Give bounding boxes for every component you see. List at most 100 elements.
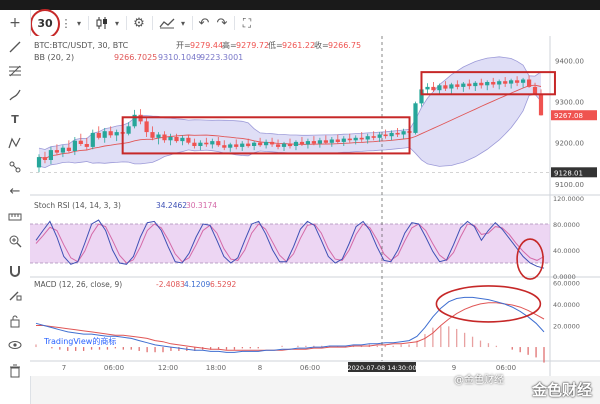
chart-area[interactable]: 9400.00 9300.00 9200.00 9100.00 9267.08 9128.…: [30, 36, 600, 376]
more-vertical-icon[interactable]: ⋮: [60, 14, 72, 32]
redo-icon[interactable]: ↷: [214, 14, 230, 32]
candle-body: [240, 143, 245, 147]
bb-upper-value: 9310.1049: [158, 53, 201, 62]
window-top-bar: [0, 0, 600, 10]
candle-body: [467, 83, 472, 87]
candle-body: [503, 81, 508, 84]
macd-tick-label: 60.0000: [553, 279, 580, 287]
lock-icon[interactable]: [5, 312, 25, 330]
ohlc-high-label: 高=: [222, 40, 237, 50]
ohlc-open-label: 开=: [176, 41, 191, 50]
candle-body: [198, 142, 203, 146]
crosshair-price-label: 9128.01: [554, 169, 583, 177]
tradingview-logo-text: TradingView的商标: [43, 336, 116, 346]
candles-dropdown-icon[interactable]: ▾: [112, 14, 122, 32]
candle-body: [359, 137, 364, 140]
drawing-toolbar: + T ←: [0, 10, 31, 404]
candle-body: [108, 131, 113, 136]
stoch-tick-label: 80.0000: [553, 221, 580, 229]
candle-body: [228, 144, 233, 148]
candle-body: [246, 143, 251, 147]
candle-body: [281, 143, 287, 147]
ohlc-high-value: 9279.72: [236, 41, 269, 50]
magnet-icon[interactable]: [5, 262, 25, 280]
candle-body: [431, 86, 436, 91]
macd-label: MACD (12, 26, close, 9): [34, 280, 122, 289]
chevron-down-icon[interactable]: ▾: [74, 14, 84, 32]
candle-body: [371, 136, 376, 138]
candle-body: [449, 84, 454, 89]
candle-body: [335, 139, 340, 142]
bb-basis-value: 9266.7025: [114, 53, 157, 62]
candle-body: [323, 140, 328, 143]
candle-body: [473, 82, 478, 87]
candle-body: [521, 79, 526, 83]
candle-body: [84, 144, 89, 147]
trash-icon[interactable]: [5, 362, 25, 380]
time-tick-label: 7: [62, 364, 66, 372]
candle-body: [532, 86, 538, 94]
candle-body: [347, 138, 352, 141]
watermark-brand: 金色财经: [531, 381, 592, 399]
measure-icon[interactable]: [5, 158, 25, 176]
eye-icon[interactable]: [5, 336, 25, 354]
pattern-icon[interactable]: [5, 134, 25, 152]
candle-body: [54, 150, 59, 153]
candle-body: [78, 140, 83, 144]
candle-body: [383, 134, 388, 137]
gear-icon[interactable]: ⚙: [130, 14, 148, 32]
time-tick-label: 06:00: [104, 364, 124, 372]
candle-body: [252, 142, 257, 146]
zoom-icon[interactable]: [5, 232, 25, 250]
stoch-k-value: 34.2462: [156, 201, 187, 210]
candle-body: [527, 79, 532, 87]
undo-icon[interactable]: ↶: [196, 14, 212, 32]
indicators-icon[interactable]: [157, 14, 177, 32]
bollinger-band-fill: [39, 56, 541, 168]
indicators-dropdown-icon[interactable]: ▾: [178, 14, 188, 32]
arrow-left-icon[interactable]: ←: [5, 182, 25, 200]
candle-body: [515, 80, 520, 83]
ruler-icon[interactable]: [5, 208, 25, 226]
crosshair-time-label: 2020-07-08 14:30:00: [347, 364, 416, 372]
price-tick-label: 9100.00: [555, 181, 584, 189]
candle-body: [222, 145, 227, 148]
time-tick-label: 8: [258, 364, 262, 372]
trendline-icon[interactable]: [5, 38, 25, 56]
candle-body: [162, 134, 167, 141]
candle-body: [443, 85, 448, 89]
candle-body: [329, 139, 334, 143]
candle-body: [42, 157, 48, 160]
candle-body: [264, 141, 269, 146]
price-tick-label: 9300.00: [555, 99, 584, 107]
ohlc-low-value: 9261.22: [282, 41, 315, 50]
macd-divergence-circle-annotation: [435, 285, 542, 323]
crosshair-icon[interactable]: +: [5, 14, 25, 32]
candle-body: [36, 157, 42, 168]
candle-body: [192, 142, 197, 146]
time-tick-label: 12:00: [158, 364, 178, 372]
fib-icon[interactable]: [5, 62, 25, 80]
candle-body: [48, 150, 53, 160]
macd-signal-value: 6.5292: [210, 280, 236, 289]
candle-body: [150, 132, 155, 138]
current-price-label: 9267.08: [554, 112, 583, 120]
ohlc-close-value: 9266.75: [328, 41, 361, 50]
candle-body: [174, 137, 179, 142]
candle-body: [305, 141, 310, 145]
lock-draw-icon[interactable]: [5, 286, 25, 304]
candle-body: [156, 134, 161, 138]
text-icon[interactable]: T: [5, 110, 25, 128]
brush-icon[interactable]: [5, 86, 25, 104]
time-tick-label: 18:00: [206, 364, 226, 372]
candles-icon[interactable]: [93, 14, 111, 32]
fullscreen-icon[interactable]: ⛶: [238, 14, 256, 32]
bb-lower-value: 9223.3001: [200, 53, 243, 62]
price-tick-label: 9400.00: [555, 58, 584, 66]
macd-tick-label: 40.0000: [553, 301, 580, 309]
candle-body: [168, 137, 173, 141]
bb-label: BB (20, 2): [34, 53, 74, 62]
candle-body: [311, 141, 316, 144]
stoch-label: Stoch RSI (14, 14, 3, 3): [34, 201, 121, 210]
candle-body: [485, 82, 490, 86]
